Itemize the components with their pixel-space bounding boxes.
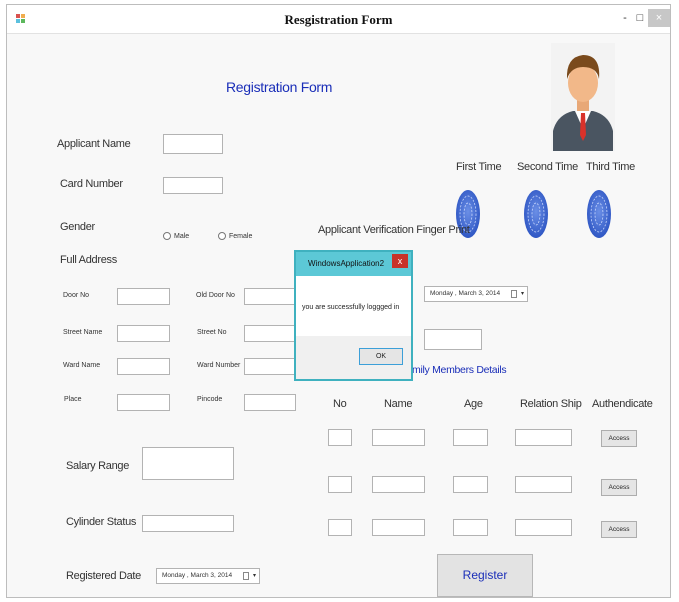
family-relation-input[interactable] [515, 476, 572, 493]
old-door-no-input[interactable] [244, 288, 296, 305]
close-button[interactable]: × [648, 9, 670, 27]
old-door-no-label: Old Door No [196, 292, 235, 299]
pincode-input[interactable] [244, 394, 296, 411]
ward-number-input[interactable] [244, 358, 296, 375]
family-relation-input[interactable] [515, 429, 572, 446]
ward-number-label: Ward Number [197, 362, 241, 369]
family-relation-input[interactable] [515, 519, 572, 536]
family-name-input[interactable] [372, 476, 425, 493]
salary-range-input[interactable] [142, 447, 234, 480]
family-no-input[interactable] [328, 519, 352, 536]
avatar-icon [551, 43, 615, 151]
family-age-input[interactable] [453, 429, 488, 446]
calendar-icon [243, 572, 249, 580]
chevron-down-icon: ▾ [252, 573, 256, 579]
dialog-footer: OK [296, 336, 411, 379]
maximize-button[interactable]: □ [633, 9, 647, 27]
cylinder-status-input[interactable] [142, 515, 234, 532]
title-bar: Resgistration Form - □ × [7, 5, 670, 34]
female-label: Female [229, 233, 253, 240]
cylinder-status-label: Cylinder Status [66, 516, 137, 528]
gender-label: Gender [60, 221, 95, 233]
street-no-input[interactable] [244, 325, 296, 342]
fingerprint-second-icon[interactable] [523, 189, 549, 239]
registered-date-label: Registered Date [66, 570, 141, 582]
message-dialog: WindowsApplication2 x you are successful… [294, 250, 413, 381]
dialog-title-bar: WindowsApplication2 x [296, 252, 411, 276]
card-number-input[interactable] [163, 177, 223, 194]
door-no-input[interactable] [117, 288, 170, 305]
card-number-label: Card Number [60, 178, 123, 190]
window-title: Resgistration Form [284, 12, 393, 27]
form-heading: Registration Form [226, 79, 333, 95]
street-name-input[interactable] [117, 325, 170, 342]
col-age: Age [464, 398, 483, 410]
col-name: Name [384, 398, 413, 410]
access-button[interactable]: Access [601, 479, 637, 496]
access-button[interactable]: Access [601, 430, 637, 447]
family-no-input[interactable] [328, 429, 352, 446]
chevron-down-icon: ▾ [520, 291, 524, 297]
verification-date-value: Monday , March 3, 2014 [430, 290, 501, 297]
family-age-input[interactable] [453, 476, 488, 493]
dialog-title: WindowsApplication2 [308, 259, 385, 268]
door-no-label: Door No [63, 292, 90, 299]
applicant-name-input[interactable] [163, 134, 223, 154]
family-name-input[interactable] [372, 429, 425, 446]
female-radio[interactable] [218, 232, 226, 240]
salary-range-label: Salary Range [66, 460, 130, 472]
registered-date-picker[interactable]: Monday , March 3, 2014 ▾ [156, 568, 260, 584]
street-no-label: Street No [197, 329, 227, 336]
dialog-ok-button[interactable]: OK [359, 348, 403, 365]
col-no: No [333, 398, 347, 410]
calendar-icon [511, 290, 517, 298]
applicant-name-label: Applicant Name [57, 138, 131, 150]
dialog-message: you are successfully loggged in [302, 304, 400, 311]
register-button[interactable]: Register [437, 554, 533, 597]
place-label: Place [64, 396, 82, 403]
second-time-label: Second Time [517, 161, 578, 173]
col-relationship: Relation Ship [520, 398, 582, 410]
access-button[interactable]: Access [601, 521, 637, 538]
family-members-title: mily Members Details [412, 364, 507, 376]
dialog-close-button[interactable]: x [392, 254, 408, 268]
street-name-label: Street Name [63, 329, 103, 336]
male-radio[interactable] [163, 232, 171, 240]
ward-name-input[interactable] [117, 358, 170, 375]
pincode-label: Pincode [197, 396, 223, 403]
verification-date-picker[interactable]: Monday , March 3, 2014 ▾ [424, 286, 528, 302]
first-time-label: First Time [456, 161, 502, 173]
col-authendicate: Authendicate [592, 398, 653, 410]
family-name-input[interactable] [372, 519, 425, 536]
registered-date-value: Monday , March 3, 2014 [162, 572, 233, 579]
male-label: Male [174, 233, 190, 240]
third-time-label: Third Time [586, 161, 635, 173]
verification-label: Applicant Verification Finger Print [318, 224, 470, 236]
minimize-button[interactable]: - [619, 9, 631, 27]
full-address-label: Full Address [60, 254, 117, 266]
place-input[interactable] [117, 394, 170, 411]
fingerprint-third-icon[interactable] [586, 189, 612, 239]
family-no-input[interactable] [328, 476, 352, 493]
family-age-input[interactable] [453, 519, 488, 536]
ward-name-label: Ward Name [63, 362, 101, 369]
verification-input[interactable] [424, 329, 482, 350]
